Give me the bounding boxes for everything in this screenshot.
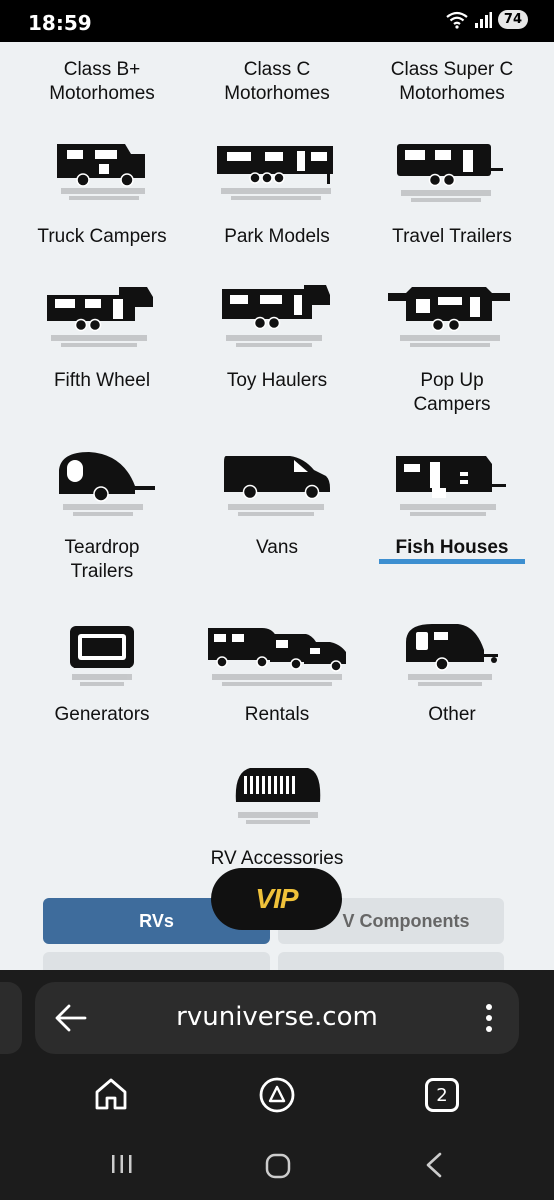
pop-up-camper-icon bbox=[388, 287, 510, 347]
category-travel-trailers[interactable]: Travel Trailers bbox=[364, 225, 540, 249]
toy-hauler-icon bbox=[222, 285, 330, 347]
signal-icon bbox=[474, 11, 492, 28]
tab-row-2-right[interactable] bbox=[278, 952, 504, 970]
category-label: Motorhomes bbox=[49, 83, 155, 104]
category-label: Fifth Wheel bbox=[53, 370, 151, 391]
rv-accessories-icon bbox=[235, 768, 321, 824]
address-bar[interactable]: rvuniverse.com bbox=[35, 982, 519, 1054]
category-other[interactable]: Other bbox=[364, 703, 540, 727]
category-pop-up-campers[interactable]: Pop Up Campers bbox=[364, 369, 540, 417]
selected-underline bbox=[379, 559, 525, 564]
category-teardrop-trailers[interactable]: Teardrop Trailers bbox=[14, 536, 190, 584]
category-label: Pop Up bbox=[420, 370, 484, 391]
category-label: Park Models bbox=[224, 226, 330, 247]
battery-icon: 74 bbox=[497, 10, 528, 29]
system-back-icon[interactable] bbox=[424, 1152, 444, 1178]
vip-button[interactable]: VIP bbox=[211, 868, 342, 930]
category-vans[interactable]: Vans bbox=[189, 536, 365, 560]
category-rentals[interactable]: Rentals bbox=[189, 703, 365, 727]
truck-camper-icon bbox=[57, 144, 145, 200]
category-label: Motorhomes bbox=[399, 83, 505, 104]
category-class-super-c[interactable]: Class Super C Motorhomes bbox=[364, 58, 540, 106]
status-bar: 18:59 74 bbox=[0, 0, 554, 42]
category-toy-haulers[interactable]: Toy Haulers bbox=[189, 369, 365, 393]
category-label: Teardrop bbox=[64, 537, 140, 558]
url-text[interactable]: rvuniverse.com bbox=[35, 1002, 519, 1032]
category-fish-houses[interactable]: Fish Houses bbox=[364, 536, 540, 560]
category-label: Generators bbox=[54, 704, 150, 725]
category-label: Other bbox=[428, 704, 476, 725]
tab-row-2-left[interactable] bbox=[43, 952, 270, 970]
park-model-icon bbox=[217, 146, 333, 200]
category-truck-campers[interactable]: Truck Campers bbox=[14, 225, 190, 249]
category-label: Toy Haulers bbox=[226, 370, 328, 391]
category-label: Travel Trailers bbox=[392, 226, 512, 247]
vip-label: VIP bbox=[255, 883, 298, 914]
wifi-icon bbox=[446, 11, 468, 29]
generator-icon bbox=[70, 626, 134, 686]
category-grid: Class B+ Motorhomes Class C Motorhomes C… bbox=[0, 42, 554, 970]
category-label: Truck Campers bbox=[37, 226, 167, 247]
system-home-icon[interactable] bbox=[265, 1153, 291, 1179]
tabs-count-button[interactable]: 2 bbox=[425, 1078, 459, 1112]
category-label: Rentals bbox=[244, 704, 310, 725]
home-icon[interactable] bbox=[93, 1076, 129, 1112]
category-label: Class Super C bbox=[390, 59, 514, 80]
travel-trailer-icon bbox=[397, 144, 503, 202]
teardrop-trailer-icon bbox=[59, 452, 155, 516]
category-label: Trailers bbox=[70, 561, 134, 582]
more-options-icon[interactable] bbox=[485, 1002, 493, 1034]
van-icon bbox=[224, 456, 330, 516]
other-trailer-icon bbox=[406, 624, 498, 686]
category-label: Class B+ bbox=[63, 59, 141, 80]
category-park-models[interactable]: Park Models bbox=[189, 225, 365, 249]
category-label: Fish Houses bbox=[395, 537, 509, 558]
status-icons: 74 bbox=[446, 10, 528, 29]
category-label: Motorhomes bbox=[224, 83, 330, 104]
category-label: Class C bbox=[243, 59, 311, 80]
previous-tab-preview[interactable] bbox=[0, 982, 22, 1054]
category-class-b-plus[interactable]: Class B+ Motorhomes bbox=[14, 58, 190, 106]
category-fifth-wheel[interactable]: Fifth Wheel bbox=[14, 369, 190, 393]
fifth-wheel-icon bbox=[47, 287, 153, 347]
category-generators[interactable]: Generators bbox=[14, 703, 190, 727]
assistant-icon[interactable] bbox=[258, 1076, 296, 1114]
category-label: Vans bbox=[256, 537, 298, 558]
status-time: 18:59 bbox=[28, 11, 92, 35]
fish-house-icon bbox=[396, 456, 506, 516]
category-class-c[interactable]: Class C Motorhomes bbox=[189, 58, 365, 106]
browser-toolbar: rvuniverse.com 2 bbox=[0, 970, 554, 1200]
recent-apps-icon[interactable] bbox=[110, 1153, 134, 1175]
rentals-icon bbox=[208, 628, 346, 686]
category-label: Campers bbox=[413, 394, 491, 415]
